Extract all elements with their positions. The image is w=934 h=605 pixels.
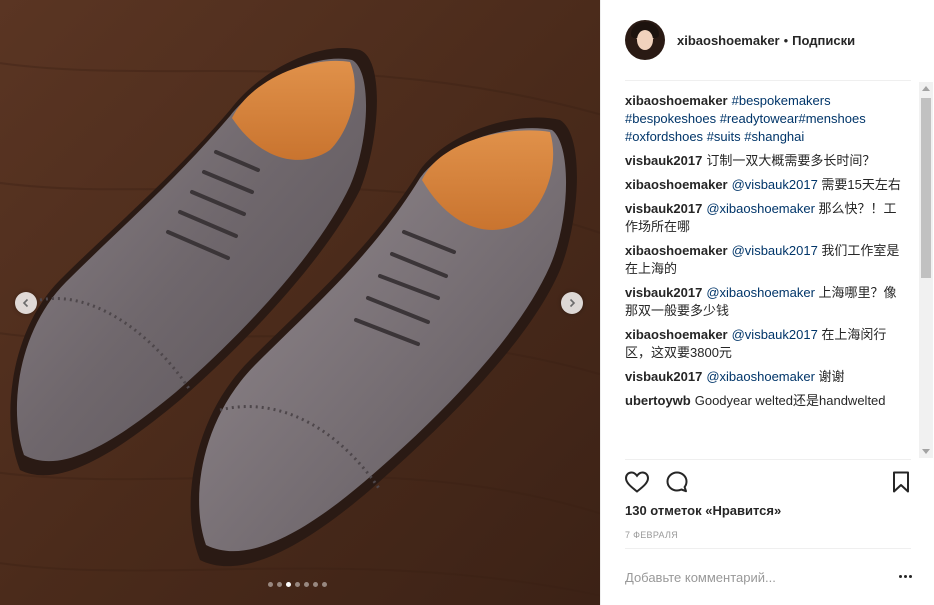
following-button[interactable]: Подписки xyxy=(792,33,855,48)
comment-username-link[interactable]: visbauk2017 xyxy=(625,285,702,300)
bookmark-icon xyxy=(893,471,909,493)
shoe-photo-illustration xyxy=(0,0,600,605)
post-actions xyxy=(623,468,913,498)
comment-item: visbauk2017 @xibaoshoemaker 上海哪里？像那双一般要多少… xyxy=(625,284,903,320)
hashtag-link[interactable]: #bespokemakers xyxy=(732,93,831,108)
post-photo[interactable] xyxy=(0,0,600,605)
comment-button[interactable] xyxy=(663,468,691,496)
save-button[interactable] xyxy=(887,468,915,496)
comment-text: @xibaoshoemaker 谢谢 xyxy=(706,369,845,384)
hashtag-link[interactable]: #readytowear xyxy=(720,111,799,126)
hashtag-link[interactable]: #oxfordshoes xyxy=(625,129,703,144)
mention-link[interactable]: @visbauk2017 xyxy=(732,243,818,258)
comment-item: ubertoywb Goodyear welted还是handwelted xyxy=(625,392,903,410)
add-comment-input[interactable] xyxy=(625,560,875,594)
carousel-dot xyxy=(277,582,282,587)
mention-link[interactable]: @visbauk2017 xyxy=(732,177,818,192)
mention-link[interactable]: @xibaoshoemaker xyxy=(706,285,815,300)
comment-username-link[interactable]: ubertoywb xyxy=(625,393,691,408)
comment-username-link[interactable]: visbauk2017 xyxy=(625,153,702,168)
carousel-next-button[interactable] xyxy=(561,292,583,314)
heart-icon xyxy=(624,471,650,493)
comment-username-link[interactable]: visbauk2017 xyxy=(625,369,702,384)
header-text: xibaoshoemaker • Подписки xyxy=(677,33,855,48)
scroll-down-icon[interactable] xyxy=(922,449,930,454)
post-header: xibaoshoemaker • Подписки xyxy=(601,0,934,80)
carousel-indicator xyxy=(268,582,327,587)
comments-scrollbar[interactable] xyxy=(919,82,933,458)
comment-text: Goodyear welted还是handwelted xyxy=(694,393,886,408)
comment-item: xibaoshoemaker @visbauk2017 我们工作室是在上海的 xyxy=(625,242,903,278)
comment-username-link[interactable]: xibaoshoemaker xyxy=(625,177,728,192)
hashtag-link[interactable]: #bespokeshoes xyxy=(625,111,716,126)
carousel-dot xyxy=(286,582,291,587)
mention-link[interactable]: @visbauk2017 xyxy=(732,327,818,342)
likes-count[interactable]: 130 отметок «Нравится» xyxy=(625,503,781,518)
header-separator: • xyxy=(783,32,789,48)
comment-username-link[interactable]: xibaoshoemaker xyxy=(625,243,728,258)
more-dot xyxy=(898,574,902,578)
post-date[interactable]: 7 февраля xyxy=(625,530,678,540)
comment-text: @visbauk2017 需要15天左右 xyxy=(731,177,901,192)
hashtag-link[interactable]: #menshoes xyxy=(798,111,865,126)
chevron-right-icon xyxy=(569,298,576,308)
comment-username-link[interactable]: visbauk2017 xyxy=(625,201,702,216)
comment-item: visbauk2017 订制一双大概需要多长时间？ xyxy=(625,152,903,170)
mention-link[interactable]: @xibaoshoemaker xyxy=(706,201,815,216)
like-button[interactable] xyxy=(623,468,651,496)
comment-username-link[interactable]: xibaoshoemaker xyxy=(625,327,728,342)
carousel-dot xyxy=(295,582,300,587)
comment-item: xibaoshoemaker @visbauk2017 需要15天左右 xyxy=(625,176,903,194)
comment-username-link[interactable]: xibaoshoemaker xyxy=(625,93,728,108)
comment-icon xyxy=(666,471,688,493)
avatar-face xyxy=(637,30,653,50)
comment-item: xibaoshoemaker @visbauk2017 在上海闵行区，这双要380… xyxy=(625,326,903,362)
more-dot xyxy=(903,574,907,578)
scroll-up-icon[interactable] xyxy=(922,86,930,91)
post-sidebar: xibaoshoemaker • Подписки xibaoshoemaker… xyxy=(600,0,934,605)
header-divider xyxy=(625,80,911,81)
hashtag-link[interactable]: #suits xyxy=(707,129,741,144)
hashtag-link[interactable]: #shanghai xyxy=(744,129,804,144)
carousel-dot xyxy=(304,582,309,587)
carousel-prev-button[interactable] xyxy=(15,292,37,314)
avatar[interactable] xyxy=(625,20,665,60)
comment-item: xibaoshoemaker #bespokemakers #bespokesho… xyxy=(625,92,903,146)
chevron-left-icon xyxy=(22,298,29,308)
more-dot xyxy=(908,574,912,578)
comment-item: visbauk2017 @xibaoshoemaker 谢谢 xyxy=(625,368,903,386)
comment-text: 订制一双大概需要多长时间？ xyxy=(706,153,876,168)
add-comment-divider xyxy=(625,548,911,549)
comments-list: xibaoshoemaker #bespokemakers #bespokesho… xyxy=(625,92,903,458)
actions-divider xyxy=(625,459,911,460)
comment-item: visbauk2017 @xibaoshoemaker 那么快？！工作场所在哪 xyxy=(625,200,903,236)
carousel-dot xyxy=(268,582,273,587)
header-username-link[interactable]: xibaoshoemaker xyxy=(677,33,780,48)
scrollbar-thumb[interactable] xyxy=(921,98,931,278)
carousel-dot xyxy=(313,582,318,587)
mention-link[interactable]: @xibaoshoemaker xyxy=(706,369,815,384)
more-options-button[interactable] xyxy=(895,568,915,584)
carousel-dot xyxy=(322,582,327,587)
